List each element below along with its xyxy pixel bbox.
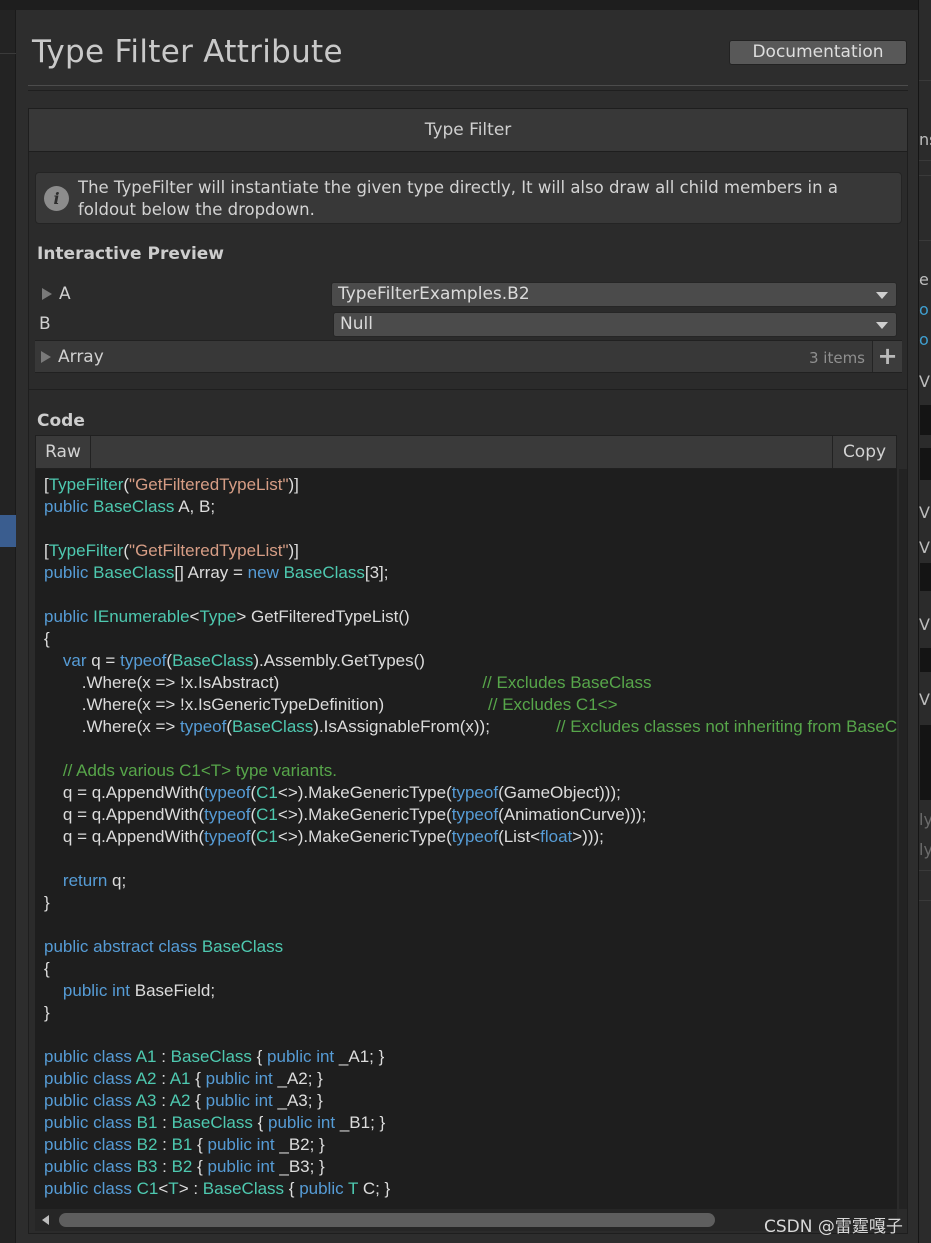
code-label: Code — [37, 411, 85, 431]
documentation-button[interactable]: Documentation — [729, 40, 907, 65]
field-b-label: B — [39, 314, 51, 334]
right-panel-text: ly — [919, 840, 931, 859]
right-panel-text: Vic — [919, 538, 931, 557]
field-a-foldout[interactable]: A — [42, 284, 71, 304]
field-b-value: Null — [340, 314, 373, 334]
right-panel-divider — [919, 80, 931, 81]
code-vertical-scroll-track[interactable] — [899, 469, 907, 1209]
right-panel-field[interactable] — [920, 405, 931, 435]
title-divider — [28, 85, 908, 86]
interactive-preview-label: Interactive Preview — [37, 244, 225, 264]
right-panel-divider — [919, 240, 931, 241]
left-panel-selected-item[interactable] — [0, 515, 16, 547]
watermark: CSDN @雷霆嘎子 — [764, 1217, 903, 1237]
code-block[interactable]: [TypeFilter("GetFilteredTypeList")] publ… — [35, 469, 897, 1209]
right-panel-divider — [919, 900, 931, 901]
array-foldout[interactable]: Array — [41, 347, 104, 367]
right-panel-field[interactable] — [920, 648, 931, 672]
tab-raw[interactable]: Raw — [36, 436, 91, 468]
right-panel-field[interactable] — [920, 563, 931, 591]
foldout-arrow-icon — [41, 351, 51, 363]
right-panel-text: o — [919, 330, 929, 349]
title-divider-shadow — [28, 90, 908, 91]
window-top-bar — [0, 0, 931, 10]
right-panel-text: ly — [919, 810, 931, 829]
right-panel-divider — [919, 160, 931, 161]
help-text: The TypeFilter will instantiate the give… — [78, 178, 838, 219]
page-title: Type Filter Attribute — [32, 34, 343, 70]
copy-button[interactable]: Copy — [832, 436, 896, 468]
plus-icon: + — [877, 342, 898, 370]
scroll-thumb[interactable] — [59, 1213, 715, 1227]
right-panel-divider — [919, 870, 931, 871]
right-panel-text: Vic — [919, 615, 931, 634]
field-a-value: TypeFilterExamples.B2 — [338, 284, 530, 304]
right-panel-edge: ns e o o Vic Vic Vic Vic Vic ly ly — [918, 0, 931, 1243]
right-panel-text: ns — [919, 130, 931, 149]
info-icon: i — [44, 186, 69, 211]
inspector-window: Type Filter Attribute Documentation Type… — [0, 0, 931, 1243]
field-a-label: A — [59, 284, 71, 304]
array-item-count: 3 items — [808, 349, 865, 367]
right-panel-field[interactable] — [920, 448, 931, 480]
field-b-dropdown[interactable]: Null — [333, 312, 897, 337]
section-header: Type Filter — [28, 108, 908, 152]
add-element-button[interactable]: + — [872, 341, 902, 372]
dropdown-caret-icon — [876, 292, 888, 299]
preview-divider — [29, 389, 907, 390]
foldout-arrow-icon — [42, 288, 52, 300]
dropdown-caret-icon — [876, 322, 888, 329]
right-panel-divider — [919, 175, 931, 176]
left-panel-divider — [0, 53, 16, 54]
array-header[interactable]: Array 3 items + — [35, 340, 902, 373]
help-box: i The TypeFilter will instantiate the gi… — [35, 172, 902, 224]
attribute-page: Type Filter Attribute Documentation Type… — [16, 10, 918, 1243]
scroll-left-arrow-icon[interactable] — [42, 1215, 49, 1225]
code-text: [TypeFilter("GetFilteredTypeList")] publ… — [44, 475, 897, 1198]
code-toolbar: Raw Copy — [35, 435, 897, 469]
right-panel-text: Vic — [919, 372, 931, 391]
array-label: Array — [58, 347, 104, 367]
right-panel-text: Vic — [919, 503, 931, 522]
left-panel-strip — [0, 10, 16, 1243]
right-panel-text: e — [919, 270, 929, 289]
field-a-dropdown[interactable]: TypeFilterExamples.B2 — [331, 282, 897, 307]
right-panel-text: Vic — [919, 690, 931, 709]
right-panel-field[interactable] — [920, 725, 931, 800]
section-body: i The TypeFilter will instantiate the gi… — [28, 152, 908, 1234]
right-panel-text: o — [919, 300, 929, 319]
